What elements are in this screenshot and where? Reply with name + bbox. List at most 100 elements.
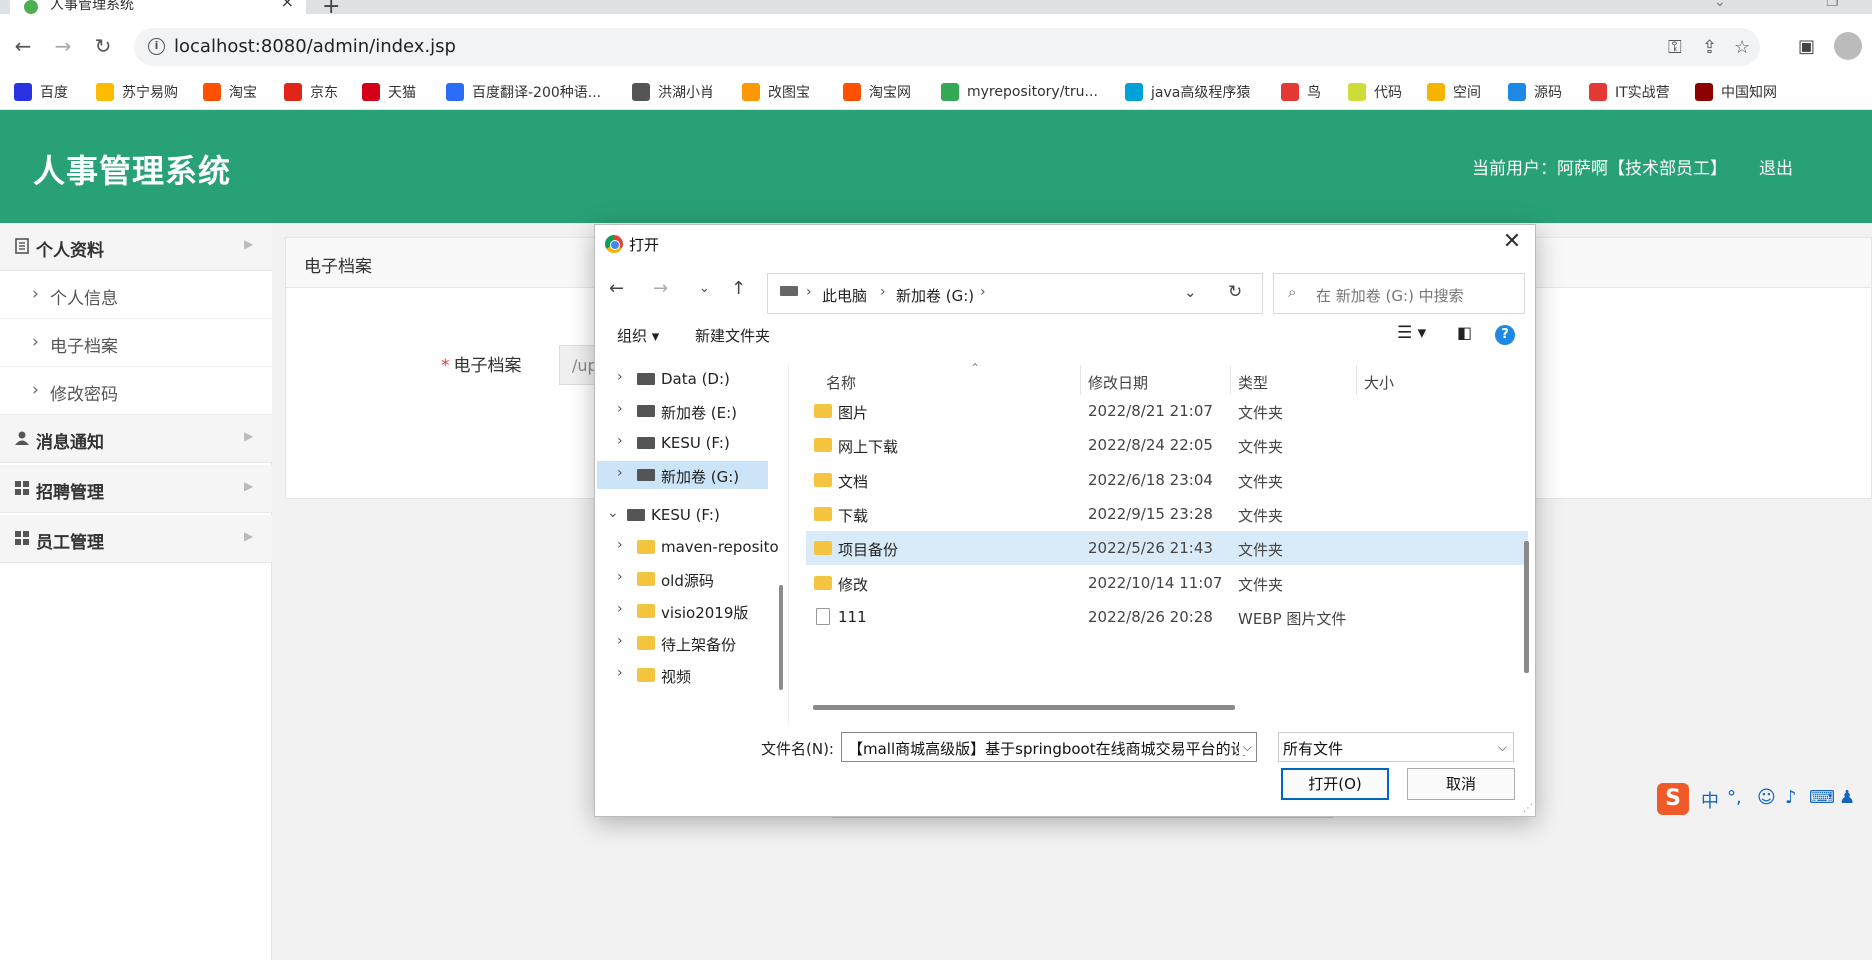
- bookmark-item[interactable]: 洪湖小肖: [632, 80, 714, 104]
- logout-link[interactable]: 退出: [1759, 154, 1793, 179]
- tree-item[interactable]: › visio2019版: [597, 597, 768, 625]
- back-icon[interactable]: ←: [609, 278, 624, 299]
- organize-menu[interactable]: 组织 ▾: [617, 325, 659, 346]
- sidebar-group-recruitment[interactable]: 招聘管理 ▶: [0, 465, 272, 513]
- sidebar-item-e-archive[interactable]: › 电子档案: [0, 319, 272, 367]
- column-separator[interactable]: [1356, 365, 1357, 395]
- file-row[interactable]: 网上下载 2022/8/24 22:05 文件夹: [806, 428, 1528, 462]
- resize-grip-icon[interactable]: ⋰: [1523, 803, 1533, 814]
- emoji-icon[interactable]: ☺: [1757, 787, 1776, 808]
- file-row[interactable]: 111 2022/8/26 20:28 WEBP 图片文件: [806, 600, 1528, 634]
- tree-item[interactable]: › old源码: [597, 565, 768, 593]
- microphone-icon[interactable]: ♪: [1785, 787, 1797, 808]
- expand-right-icon[interactable]: ›: [617, 569, 623, 585]
- open-button[interactable]: 打开(O): [1281, 768, 1389, 800]
- sidebar-group-notifications[interactable]: 消息通知 ▶: [0, 415, 272, 463]
- bookmark-item[interactable]: 百度: [14, 80, 68, 104]
- url-text[interactable]: localhost:8080/admin/index.jsp: [174, 36, 456, 57]
- file-row[interactable]: 下载 2022/9/15 23:28 文件夹: [806, 497, 1528, 531]
- bookmark-star-icon[interactable]: ☆: [1734, 37, 1750, 58]
- ime-punctuation-toggle[interactable]: °,: [1727, 787, 1742, 808]
- tree-item[interactable]: › 新加卷 (G:): [597, 461, 768, 489]
- bookmark-item[interactable]: 空间: [1427, 80, 1481, 104]
- new-folder-button[interactable]: 新建文件夹: [695, 325, 770, 346]
- share-icon[interactable]: ⇪: [1702, 37, 1717, 58]
- bookmark-item[interactable]: 苏宁易购: [96, 80, 178, 104]
- bookmark-item[interactable]: 淘宝: [203, 80, 257, 104]
- chevron-down-icon[interactable]: ⌵: [1238, 740, 1252, 755]
- reload-icon[interactable]: ↻: [90, 34, 116, 58]
- tree-item[interactable]: › 新加卷 (E:): [597, 397, 768, 425]
- expand-right-icon[interactable]: ›: [617, 433, 623, 449]
- column-separator[interactable]: [1230, 365, 1231, 395]
- file-list-horizontal-scrollbar[interactable]: [813, 705, 1235, 710]
- bookmark-item[interactable]: 天猫: [362, 80, 416, 104]
- refresh-icon[interactable]: ↻: [1228, 282, 1242, 302]
- dialog-address-bar[interactable]: › 此电脑 › 新加卷 (G:) › ⌄ ↻: [767, 273, 1263, 314]
- bookmark-item[interactable]: java高级程序猿: [1125, 80, 1250, 104]
- forward-icon[interactable]: →: [653, 278, 668, 299]
- filename-input[interactable]: 【mall商城高级版】基于springboot在线商城交易平台的设 ⌵: [841, 732, 1257, 762]
- bookmark-item[interactable]: 改图宝: [742, 80, 810, 104]
- expand-right-icon[interactable]: ›: [617, 665, 623, 681]
- forward-icon[interactable]: →: [50, 34, 76, 58]
- e-archive-path-input[interactable]: /up: [559, 345, 599, 385]
- key-icon[interactable]: ⚿: [1668, 37, 1682, 58]
- bookmark-item[interactable]: 鸟: [1281, 80, 1321, 104]
- expand-right-icon[interactable]: ›: [617, 465, 623, 481]
- dialog-search-input[interactable]: ⌕ 在 新加卷 (G:) 中搜索: [1273, 273, 1525, 314]
- tree-item[interactable]: › maven-reposito: [597, 533, 779, 561]
- expand-right-icon[interactable]: ›: [617, 633, 623, 649]
- breadcrumb-drive-g[interactable]: 新加卷 (G:): [896, 285, 974, 306]
- cancel-button[interactable]: 取消: [1407, 768, 1515, 800]
- sidebar-group-employees[interactable]: 员工管理 ▶: [0, 515, 272, 563]
- sidebar-item-personal-info[interactable]: › 个人信息: [0, 271, 272, 319]
- tree-item[interactable]: › KESU (F:): [597, 429, 768, 457]
- pane-divider[interactable]: [788, 365, 789, 725]
- bookmark-item[interactable]: IT实战营: [1589, 80, 1670, 104]
- tree-scrollbar[interactable]: [779, 585, 783, 690]
- ime-mode-toggle[interactable]: 中: [1701, 787, 1719, 813]
- browser-tab[interactable]: 人事管理系统 ×: [10, 0, 306, 14]
- bookmark-item[interactable]: 源码: [1508, 80, 1562, 104]
- profile-avatar-icon[interactable]: [1834, 32, 1862, 60]
- sidebar-group-profile[interactable]: 个人资料 ▶: [0, 223, 272, 271]
- user-settings-icon[interactable]: ♟: [1839, 787, 1855, 808]
- tree-item[interactable]: › 视频: [597, 661, 768, 689]
- tree-item[interactable]: › Data (D:): [597, 365, 768, 393]
- expand-right-icon[interactable]: ›: [617, 401, 623, 417]
- sidebar-item-change-password[interactable]: › 修改密码: [0, 367, 272, 415]
- bookmark-item[interactable]: 京东: [284, 80, 338, 104]
- file-row[interactable]: 项目备份 2022/5/26 21:43 文件夹: [806, 531, 1528, 566]
- filetype-select[interactable]: 所有文件 ⌵: [1278, 732, 1514, 762]
- tree-item[interactable]: › 待上架备份: [597, 629, 768, 657]
- help-icon[interactable]: ?: [1495, 325, 1515, 345]
- file-row[interactable]: 文档 2022/6/18 23:04 文件夹: [806, 463, 1528, 497]
- expand-right-icon[interactable]: ›: [617, 601, 623, 617]
- keyboard-icon[interactable]: ⌨: [1809, 787, 1835, 808]
- file-list-vertical-scrollbar[interactable]: [1524, 541, 1529, 673]
- dialog-close-icon[interactable]: ✕: [1497, 229, 1527, 254]
- expand-right-icon[interactable]: ›: [617, 537, 623, 553]
- column-separator[interactable]: [1080, 365, 1081, 395]
- expand-right-icon[interactable]: ›: [617, 369, 623, 385]
- address-bar[interactable]: i localhost:8080/admin/index.jsp ⚿ ⇪ ☆: [134, 28, 1760, 66]
- up-folder-icon[interactable]: ↑: [731, 278, 746, 299]
- tab-close-icon[interactable]: ×: [281, 0, 294, 11]
- tab-search-icon[interactable]: ⌄: [1714, 0, 1726, 10]
- file-row[interactable]: 修改 2022/10/14 11:07 文件夹: [806, 566, 1528, 600]
- expand-down-icon[interactable]: ⌄: [607, 505, 619, 521]
- window-restore-icon[interactable]: ❐: [1826, 0, 1839, 10]
- tree-item[interactable]: ⌄ KESU (F:): [597, 501, 768, 529]
- view-options-icon[interactable]: ☰ ▾: [1397, 323, 1426, 343]
- site-info-icon[interactable]: i: [148, 38, 165, 55]
- back-icon[interactable]: ←: [10, 34, 36, 58]
- recent-locations-icon[interactable]: ⌄: [699, 281, 710, 296]
- breadcrumb-this-pc[interactable]: 此电脑: [822, 285, 867, 306]
- chevron-down-icon[interactable]: ⌄: [1184, 283, 1197, 301]
- bookmark-item[interactable]: myrepository/tru...: [941, 80, 1098, 104]
- bookmark-item[interactable]: 中国知网: [1695, 80, 1777, 104]
- file-row[interactable]: 图片 2022/8/21 21:07 文件夹: [806, 394, 1528, 428]
- preview-pane-icon[interactable]: ◧: [1457, 323, 1472, 342]
- bookmark-item[interactable]: 淘宝网: [843, 80, 911, 104]
